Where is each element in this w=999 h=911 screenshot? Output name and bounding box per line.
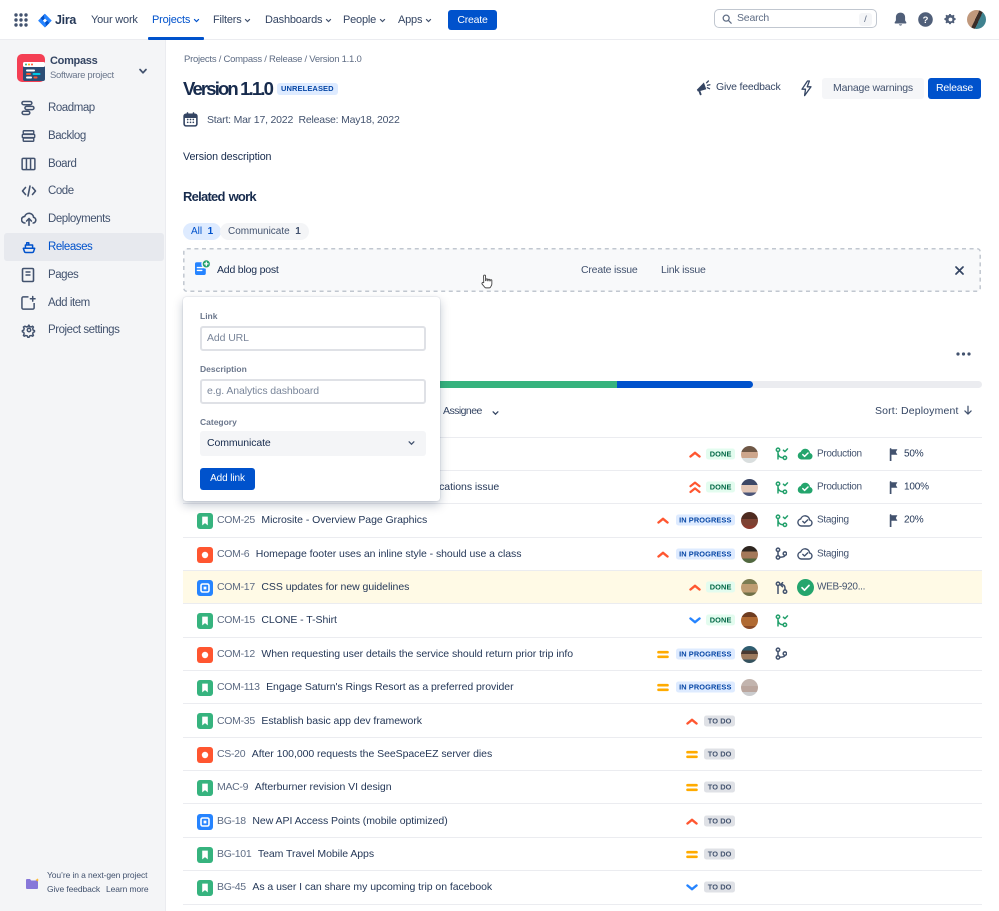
svg-text:?: ? <box>923 15 929 26</box>
